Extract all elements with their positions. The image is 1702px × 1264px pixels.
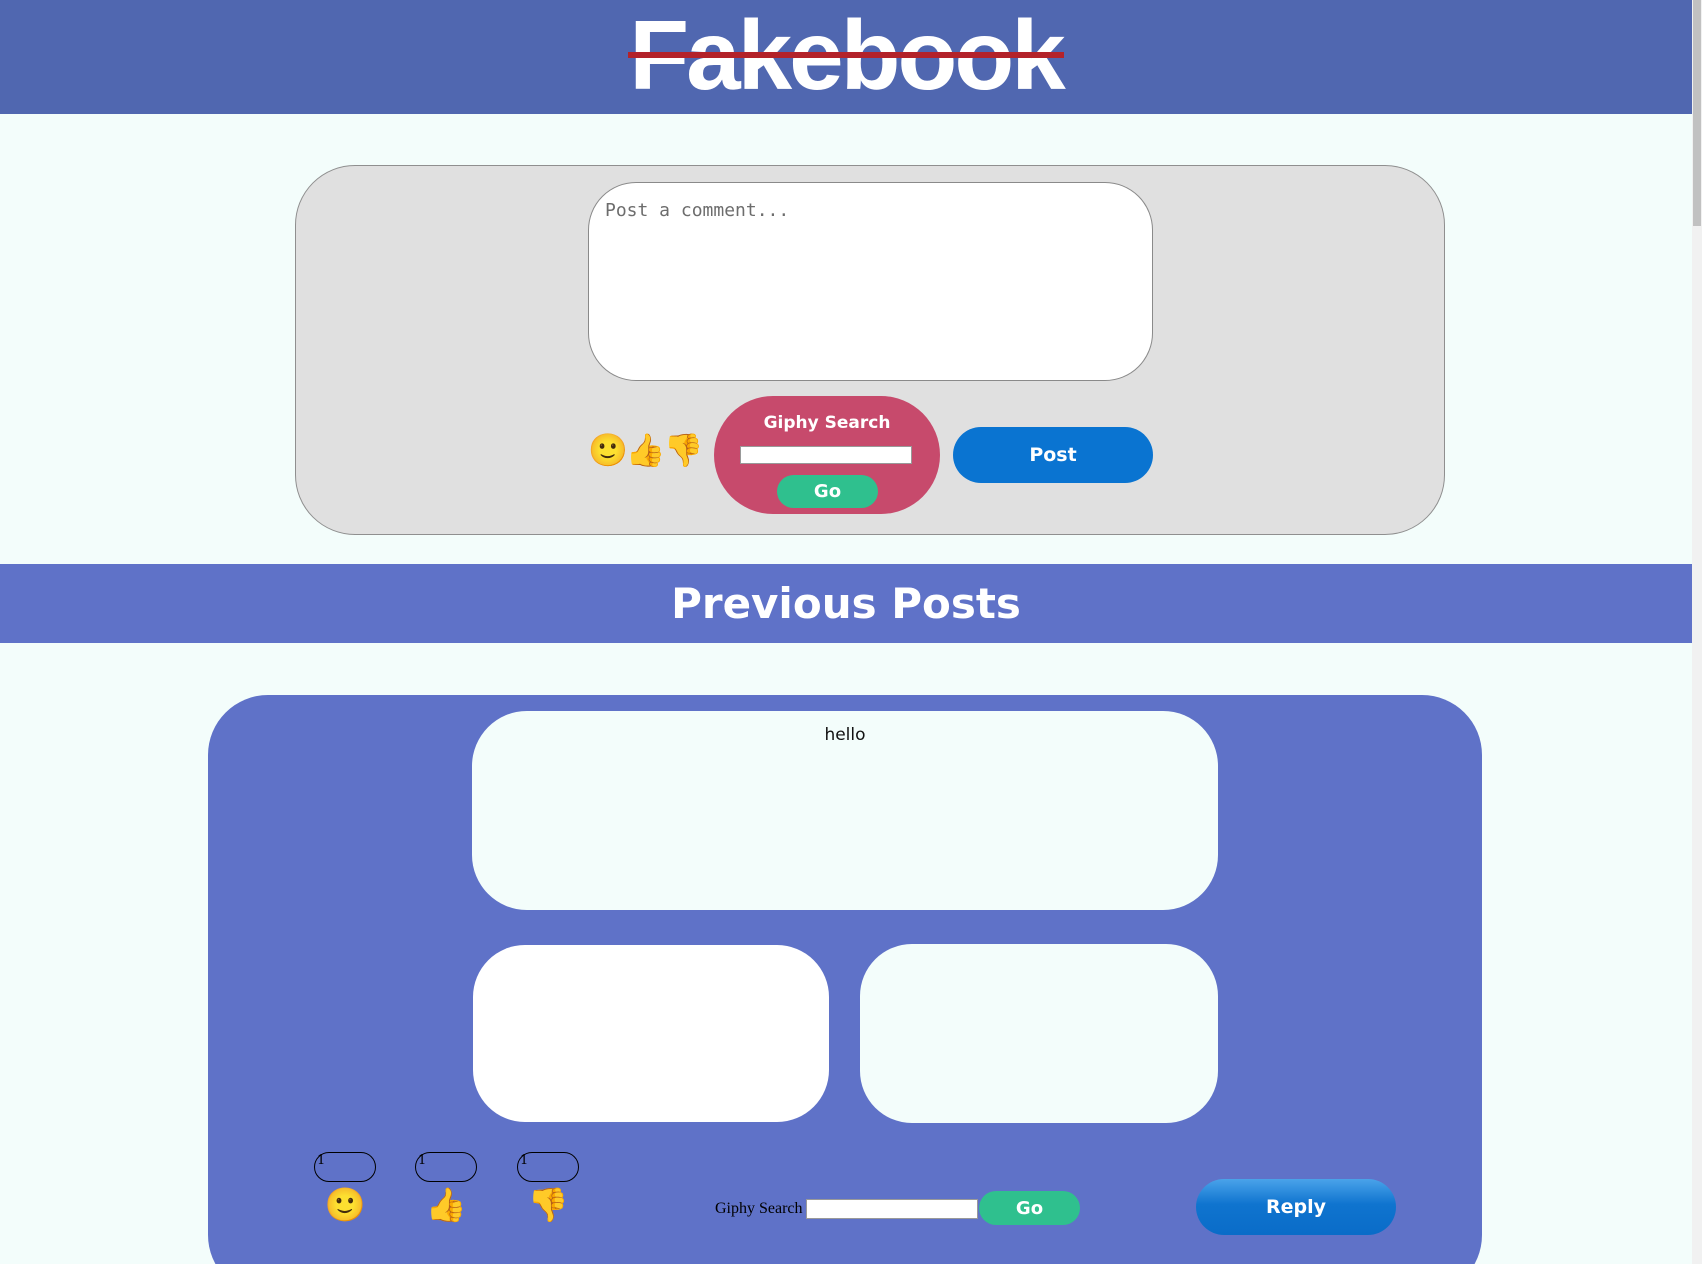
reply-giphy-input[interactable] bbox=[806, 1199, 978, 1219]
thumbs-down-icon[interactable]: 👎 bbox=[517, 1188, 579, 1221]
giphy-go-button[interactable]: Go bbox=[777, 475, 878, 508]
reaction-thumbs-down[interactable]: 1 👎 bbox=[517, 1152, 579, 1221]
emoji-picker[interactable]: 🙂👍👎 bbox=[588, 434, 704, 466]
reaction-thumbs-up[interactable]: 1 👍 bbox=[415, 1152, 477, 1221]
logo-strikethrough bbox=[628, 52, 1064, 58]
smile-emoji-icon[interactable]: 🙂 bbox=[314, 1188, 376, 1221]
comment-input[interactable] bbox=[588, 182, 1153, 381]
reaction-count: 1 bbox=[314, 1152, 376, 1182]
previous-posts-banner: Previous Posts bbox=[0, 564, 1692, 643]
giphy-search-panel: Giphy Search Go bbox=[714, 396, 940, 514]
reaction-count: 1 bbox=[415, 1152, 477, 1182]
reply-giphy-label: Giphy Search bbox=[715, 1200, 803, 1217]
previous-posts-title: Previous Posts bbox=[671, 579, 1021, 628]
thumbs-up-icon[interactable]: 👍 bbox=[415, 1188, 477, 1221]
reply-button[interactable]: Reply bbox=[1196, 1179, 1396, 1235]
page-scrollbar[interactable] bbox=[1692, 0, 1702, 1264]
post-text: hello bbox=[824, 725, 866, 745]
reply-giphy-go-button[interactable]: Go bbox=[979, 1191, 1080, 1225]
giphy-search-label: Giphy Search bbox=[763, 413, 891, 433]
reaction-smile[interactable]: 1 🙂 bbox=[314, 1152, 376, 1221]
reaction-count: 1 bbox=[517, 1152, 579, 1182]
post-button[interactable]: Post bbox=[953, 427, 1153, 483]
post-gif-box bbox=[473, 945, 829, 1122]
scrollbar-thumb[interactable] bbox=[1693, 0, 1701, 226]
giphy-search-input[interactable] bbox=[740, 446, 912, 464]
post-reply-box bbox=[860, 944, 1218, 1123]
site-header: Fakebook bbox=[0, 0, 1692, 114]
post-body: hello bbox=[472, 711, 1218, 910]
